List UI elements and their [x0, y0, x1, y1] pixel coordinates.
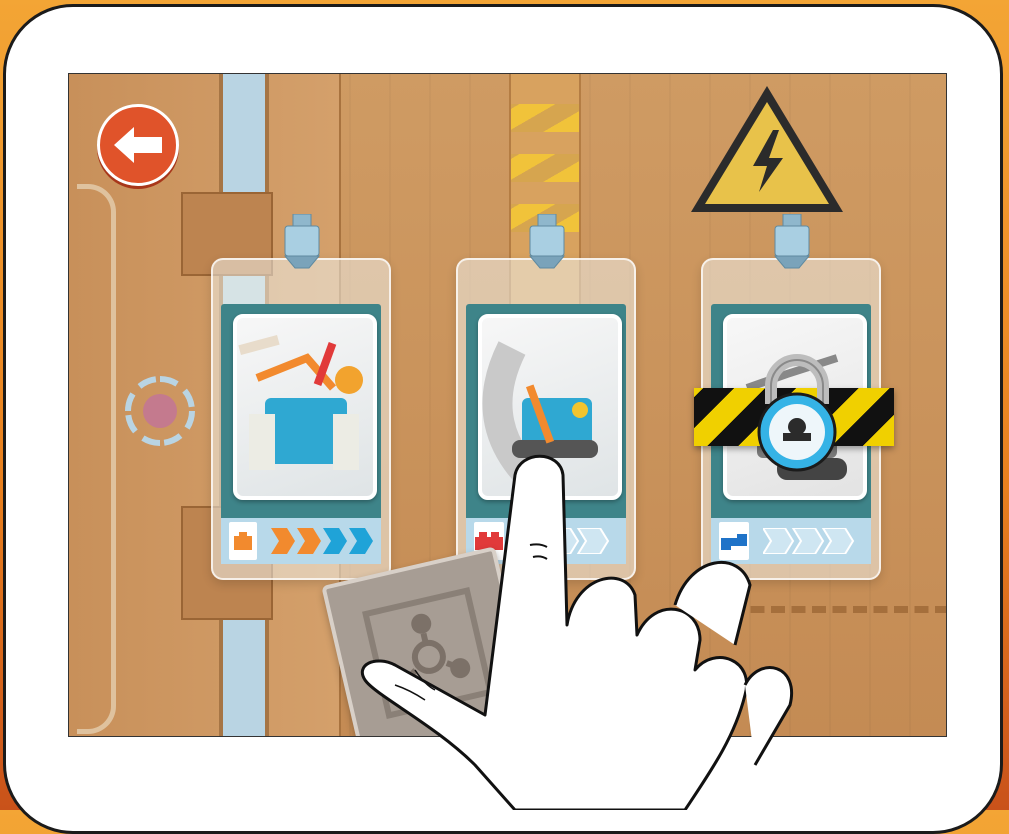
card-clip — [528, 214, 566, 269]
high-voltage-warning-icon — [691, 86, 843, 212]
card-clip — [773, 214, 811, 269]
pink-round-button[interactable] — [125, 376, 195, 446]
panel-outline — [77, 184, 116, 734]
back-button[interactable] — [97, 104, 179, 186]
arrow-left-icon — [114, 127, 162, 163]
orange-brick-icon — [229, 522, 257, 560]
card-clip — [283, 214, 321, 269]
pointing-hand-icon — [361, 454, 794, 810]
